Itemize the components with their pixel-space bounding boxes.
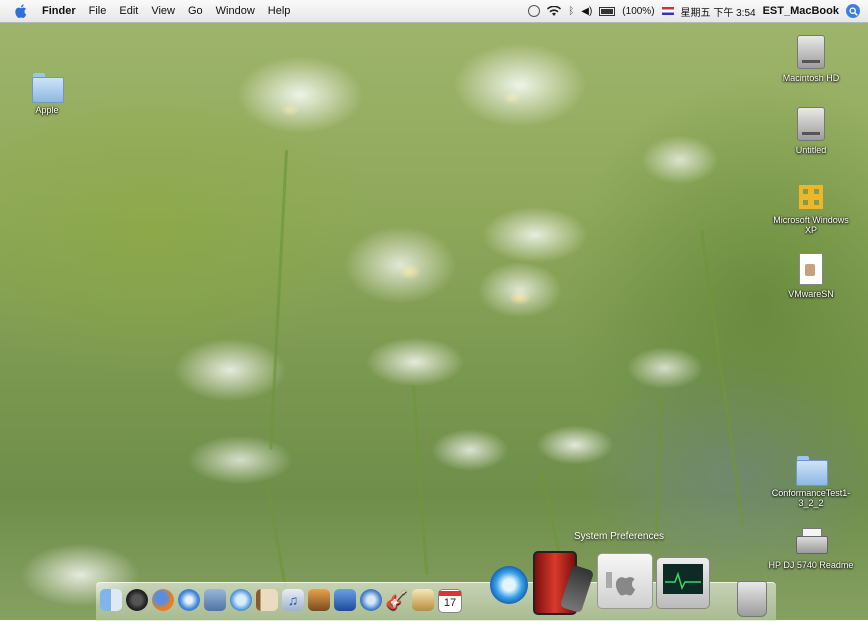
apple-menu-icon[interactable] <box>14 3 28 19</box>
hard-disk-icon <box>797 35 825 69</box>
flower-stem <box>269 149 288 450</box>
menu-go[interactable]: Go <box>188 5 203 17</box>
desktop-icon-macintosh-hd[interactable]: Macintosh HD <box>766 35 856 83</box>
desktop-icon-windows-xp[interactable]: Microsoft Windows XP <box>766 183 856 235</box>
garageband-icon[interactable]: 🎸 <box>386 589 408 611</box>
folder-icon <box>796 456 828 486</box>
firefox-icon[interactable] <box>152 589 174 611</box>
ical-day: 17 <box>443 597 457 609</box>
menu-edit[interactable]: Edit <box>119 5 138 17</box>
desktop-wallpaper <box>0 0 868 620</box>
menu-app-finder[interactable]: Finder <box>42 5 76 17</box>
sync-icon[interactable] <box>528 5 541 17</box>
iphoto-icon[interactable] <box>308 589 330 611</box>
flower-stem <box>412 384 429 575</box>
printer-icon <box>796 528 828 556</box>
volume-icon[interactable]: ◀) <box>581 6 592 17</box>
vmware-disk-icon <box>797 183 825 211</box>
trash-icon[interactable] <box>737 581 767 617</box>
system-preferences-icon[interactable] <box>597 553 653 609</box>
activity-monitor-icon[interactable] <box>656 557 710 609</box>
dashboard-icon[interactable] <box>126 589 148 611</box>
desktop-icon-apple[interactable]: Apple <box>2 73 92 115</box>
safari-icon[interactable] <box>178 589 200 611</box>
menu-bar: Finder File Edit View Go Window Help ᛒ ◀… <box>0 0 868 23</box>
idvd-icon[interactable] <box>360 589 382 611</box>
desktop-icon-label: HP DJ 5740 Readme <box>768 560 854 570</box>
wifi-icon[interactable] <box>547 5 562 17</box>
battery-icon[interactable] <box>599 6 616 16</box>
menu-window[interactable]: Window <box>216 5 255 17</box>
hard-disk-icon <box>797 107 825 141</box>
input-menu-flag-icon[interactable] <box>661 7 674 15</box>
desktop-icon-vmwaresn[interactable]: VMwareSN <box>766 253 856 299</box>
flower-stem <box>700 229 745 528</box>
computer-name[interactable]: EST_MacBook <box>763 5 839 17</box>
dock-tooltip: System Preferences <box>574 531 665 542</box>
battery-percent[interactable]: (100%) <box>622 6 654 17</box>
desktop-icon-label: Untitled <box>795 145 827 155</box>
flower-stem <box>265 479 288 589</box>
desktop-icon-conformance-test[interactable]: ConformanceTest1-3_2_2 <box>766 456 856 508</box>
spotlight-icon[interactable] <box>846 4 860 18</box>
document-icon <box>799 253 823 285</box>
ichat-icon[interactable] <box>230 589 252 611</box>
menu-view[interactable]: View <box>151 5 175 17</box>
menu-help[interactable]: Help <box>268 5 291 17</box>
desktop-icon-label: Microsoft Windows XP <box>773 215 849 235</box>
imovie-icon[interactable] <box>334 589 356 611</box>
separator-placeholder <box>464 589 486 611</box>
desktop-icon-hp-readme[interactable]: HP DJ 5740 Readme <box>766 528 856 570</box>
flower-stem <box>654 394 663 545</box>
menu-extras: ᛒ ◀) (100%) 星期五 下午 3:54 EST_MacBook <box>528 0 860 22</box>
address-book-icon[interactable] <box>256 589 278 611</box>
preview-icon[interactable] <box>412 589 434 611</box>
mail-icon[interactable] <box>204 589 226 611</box>
menu-file[interactable]: File <box>89 5 107 17</box>
flower-stem <box>540 469 562 559</box>
desktop-icon-label: ConformanceTest1-3_2_2 <box>771 488 851 508</box>
desktop-icon-label: VMwareSN <box>788 289 834 299</box>
desktop-icon-untitled[interactable]: Untitled <box>766 107 856 155</box>
desktop-icon-label: Apple <box>35 105 59 115</box>
itunes-icon[interactable]: ♫ <box>282 589 304 611</box>
quicktime-icon[interactable] <box>490 566 528 604</box>
bluetooth-icon[interactable]: ᛒ <box>568 6 574 17</box>
finder-icon[interactable] <box>100 589 122 611</box>
folder-icon <box>32 73 64 103</box>
menu-clock[interactable]: 星期五 下午 3:54 <box>681 4 756 19</box>
ical-icon[interactable]: 17 <box>438 589 462 613</box>
desktop-icon-label: Macintosh HD <box>782 73 840 83</box>
